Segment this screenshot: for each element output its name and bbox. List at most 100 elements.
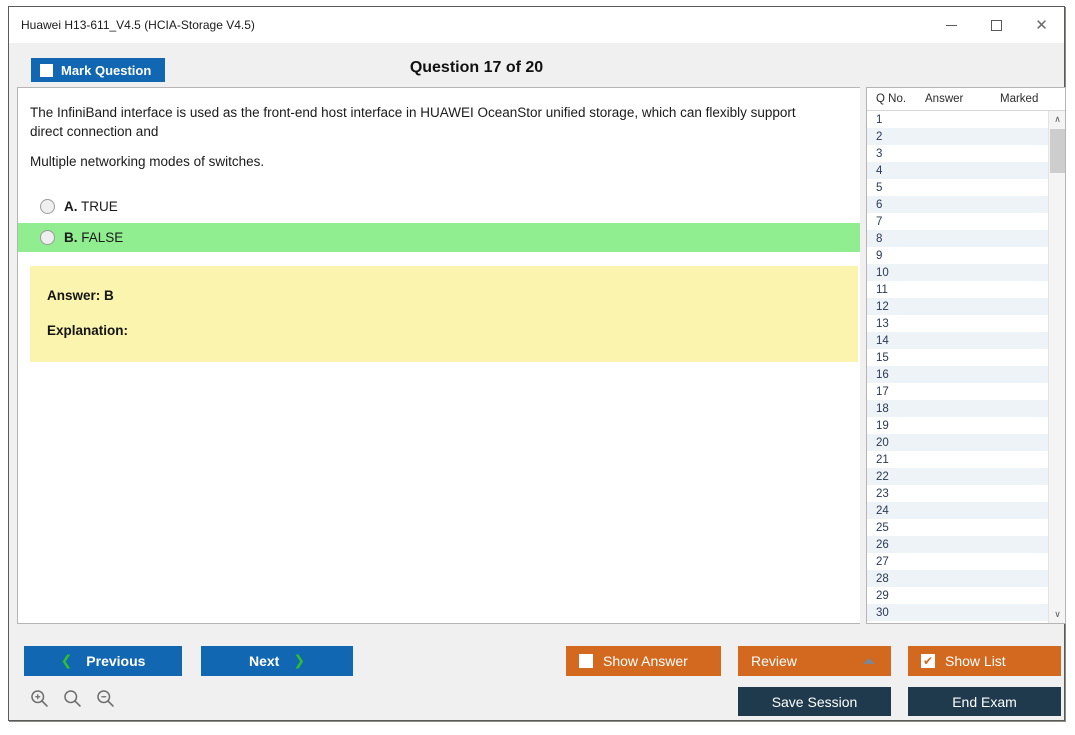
correct-answer-text: Answer: B	[47, 288, 114, 303]
answer-option-b-letter: B.	[64, 230, 78, 245]
question-number-cell: 6	[876, 198, 883, 211]
save-session-label: Save Session	[771, 693, 858, 710]
header-bar: Mark Question Question 17 of 20	[9, 43, 1064, 87]
scroll-up-arrow-icon[interactable]: ∧	[1049, 111, 1065, 128]
question-number-cell: 7	[876, 215, 883, 228]
scroll-down-arrow-icon[interactable]: ∨	[1049, 606, 1065, 623]
question-list-row[interactable]: 9	[867, 247, 1048, 264]
question-number-cell: 13	[876, 317, 889, 330]
question-list-row[interactable]: 20	[867, 434, 1048, 451]
radio-button-icon-a[interactable]	[40, 199, 55, 214]
question-counter: Question 17 of 20	[409, 59, 544, 76]
question-paragraph-1: The InfiniBand interface is used as the …	[30, 105, 796, 139]
question-list-scrollbar[interactable]: ∧ ∨	[1048, 111, 1065, 623]
question-number-cell: 27	[876, 555, 889, 568]
show-list-label: Show List	[945, 653, 1006, 669]
question-number-cell: 30	[876, 606, 889, 619]
question-list-row[interactable]: 25	[867, 519, 1048, 536]
question-number-cell: 2	[876, 130, 883, 143]
answer-option-b[interactable]: B. FALSE	[18, 223, 860, 252]
question-list-row[interactable]: 30	[867, 604, 1048, 621]
question-list-row[interactable]: 16	[867, 366, 1048, 383]
question-list-row[interactable]: 4	[867, 162, 1048, 179]
answer-option-b-text: FALSE	[81, 230, 124, 245]
chevron-left-icon: ❮	[60, 653, 73, 669]
question-list-row[interactable]: 2	[867, 128, 1048, 145]
show-answer-button[interactable]: Show Answer	[566, 646, 721, 676]
exam-simulator-window: Huawei H13-611_V4.5 (HCIA-Storage V4.5) …	[0, 0, 1075, 735]
question-number-cell: 1	[876, 113, 883, 126]
question-list-panel: Q No. Answer Marked 1 2 3 4 5 6 7 8 9 10 11 12 13 14 1…	[866, 87, 1066, 624]
radio-button-icon-b[interactable]	[40, 230, 55, 245]
question-list-row[interactable]: 22	[867, 468, 1048, 485]
question-number-cell: 9	[876, 249, 883, 262]
question-list-row[interactable]: 23	[867, 485, 1048, 502]
close-icon: ✕	[1035, 15, 1048, 34]
end-exam-button[interactable]: End Exam	[908, 687, 1061, 716]
answer-option-a[interactable]: A. TRUE	[18, 192, 860, 221]
question-number-cell: 18	[876, 402, 889, 415]
question-number-cell: 8	[876, 232, 883, 245]
question-number-cell: 26	[876, 538, 889, 551]
question-number-cell: 17	[876, 385, 889, 398]
answer-explanation-panel: Answer: B Explanation:	[30, 266, 858, 362]
question-list-row[interactable]: 1	[867, 111, 1048, 128]
question-number-cell: 4	[876, 164, 883, 177]
save-session-button[interactable]: Save Session	[738, 687, 891, 716]
end-exam-label: End Exam	[952, 693, 1017, 710]
answer-option-a-label: A. TRUE	[64, 199, 118, 214]
question-list-row[interactable]: 17	[867, 383, 1048, 400]
answer-option-a-letter: A.	[64, 199, 78, 214]
next-button[interactable]: Next ❯	[201, 646, 353, 676]
question-list-row[interactable]: 13	[867, 315, 1048, 332]
show-answer-label: Show Answer	[603, 653, 688, 669]
question-number-cell: 19	[876, 419, 889, 432]
show-answer-checkbox-icon[interactable]	[579, 654, 593, 668]
column-header-qno: Q No.	[876, 93, 907, 105]
question-list-row[interactable]: 29	[867, 587, 1048, 604]
question-list-row[interactable]: 6	[867, 196, 1048, 213]
maximize-button[interactable]	[974, 7, 1019, 43]
question-list-row[interactable]: 5	[867, 179, 1048, 196]
question-list-row[interactable]: 3	[867, 145, 1048, 162]
question-content-area: The InfiniBand interface is used as the …	[17, 87, 860, 624]
scrollbar-thumb[interactable]	[1050, 129, 1065, 173]
question-list-row[interactable]: 12	[867, 298, 1048, 315]
close-button[interactable]: ✕	[1019, 7, 1064, 43]
question-number-cell: 28	[876, 572, 889, 585]
question-list-row[interactable]: 7	[867, 213, 1048, 230]
explanation-text: Explanation:	[47, 323, 129, 338]
question-number-cell: 16	[876, 368, 889, 381]
question-list-row[interactable]: 24	[867, 502, 1048, 519]
question-list-row[interactable]: 19	[867, 417, 1048, 434]
zoom-out-icon[interactable]	[95, 688, 116, 709]
review-label: Review	[751, 653, 797, 669]
show-list-button[interactable]: ✔ Show List	[908, 646, 1061, 676]
question-list-row[interactable]: 21	[867, 451, 1048, 468]
question-list-row[interactable]: 28	[867, 570, 1048, 587]
next-button-label: Next	[248, 653, 280, 669]
question-list-row[interactable]: 11	[867, 281, 1048, 298]
question-number-cell: 22	[876, 470, 889, 483]
zoom-in-icon[interactable]	[29, 688, 50, 709]
question-list-row[interactable]: 8	[867, 230, 1048, 247]
question-list-row[interactable]: 27	[867, 553, 1048, 570]
window-controls: ✕	[929, 7, 1064, 43]
question-number-cell: 3	[876, 147, 883, 160]
zoom-reset-icon[interactable]	[62, 688, 83, 709]
question-list-row[interactable]: 15	[867, 349, 1048, 366]
minimize-button[interactable]	[929, 7, 974, 43]
question-paragraph-2: Multiple networking modes of switches.	[30, 154, 265, 169]
question-list-row[interactable]: 10	[867, 264, 1048, 281]
question-number-cell: 5	[876, 181, 883, 194]
title-bar: Huawei H13-611_V4.5 (HCIA-Storage V4.5) …	[9, 7, 1064, 43]
question-list-row[interactable]: 26	[867, 536, 1048, 553]
review-dropdown-button[interactable]: Review	[738, 646, 891, 676]
question-list-row[interactable]: 14	[867, 332, 1048, 349]
answer-option-a-text: TRUE	[81, 199, 118, 214]
question-list-rows[interactable]: 1 2 3 4 5 6 7 8 9 10 11 12 13 14 15 16 17 18 19 20 21 22 23 24 2…	[867, 111, 1048, 623]
zoom-controls	[29, 688, 116, 709]
question-list-row[interactable]: 18	[867, 400, 1048, 417]
previous-button[interactable]: ❮ Previous	[24, 646, 182, 676]
show-list-checkbox-icon[interactable]: ✔	[921, 654, 935, 668]
